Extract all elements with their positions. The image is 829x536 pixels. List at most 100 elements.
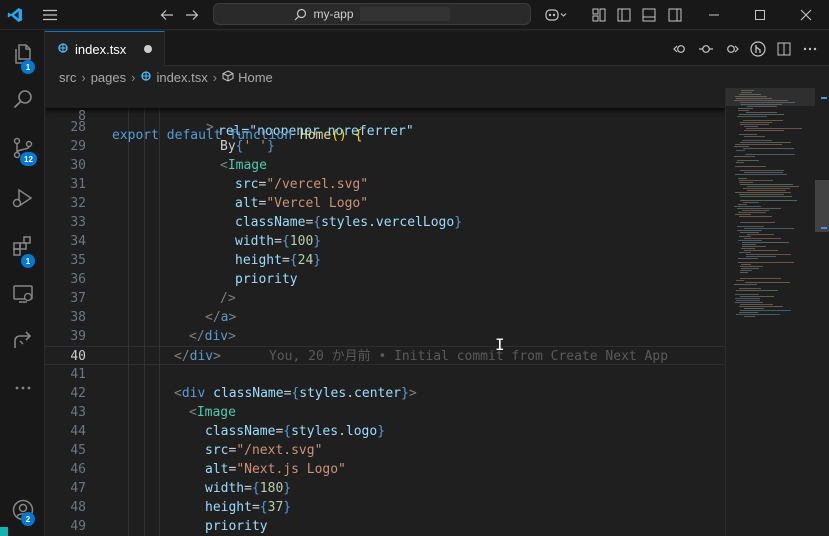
toggle-panel-icon[interactable] — [640, 0, 658, 30]
vertical-scrollbar[interactable] — [815, 88, 829, 536]
scrollbar-marker — [821, 227, 827, 229]
chevron-right-icon: › — [81, 69, 86, 85]
line-number: 31 — [70, 177, 86, 192]
close-icon[interactable] — [796, 0, 816, 30]
timeline-next-icon[interactable] — [723, 40, 741, 58]
minimap-line — [742, 242, 789, 243]
split-editor-icon[interactable] — [775, 40, 793, 58]
minimap-line — [738, 258, 758, 259]
remote-explorer-button[interactable] — [0, 274, 45, 318]
tab-index-tsx[interactable]: index.tsx — [45, 31, 165, 66]
minimap-line — [739, 252, 751, 253]
timeline-commit-icon[interactable] — [697, 40, 715, 58]
minimap-line — [743, 120, 783, 121]
text-cursor-icon: I — [495, 335, 505, 354]
line-number: 35 — [70, 253, 86, 268]
minimap-line — [734, 284, 757, 285]
menu-icon[interactable] — [40, 0, 60, 30]
minimap-line — [744, 228, 794, 229]
minimap-line — [736, 314, 780, 315]
minimize-icon[interactable] — [704, 0, 724, 30]
toggle-secondary-sidebar-icon[interactable] — [666, 0, 684, 30]
minimap-line — [740, 200, 797, 201]
code-line: 32 alt="Vercel Logo" — [45, 194, 725, 213]
minimap-line — [740, 270, 752, 271]
minimap-line — [738, 178, 747, 179]
more-button[interactable] — [0, 368, 45, 412]
minimap-line — [747, 190, 786, 191]
breadcrumb-item-file[interactable]: index.tsx — [156, 70, 207, 85]
minimap-line — [734, 146, 749, 147]
minimap-line — [739, 180, 773, 181]
minimap-line — [744, 238, 781, 239]
line-number: 36 — [70, 272, 86, 287]
editor-actions — [671, 31, 819, 66]
breadcrumb-item-symbol[interactable]: Home — [238, 70, 273, 85]
minimap-line — [738, 262, 794, 263]
minimap-line — [736, 150, 745, 151]
code-text: className={styles.vercelLogo} — [235, 215, 463, 230]
extensions-button[interactable]: 1 — [0, 226, 45, 270]
minimap-line — [735, 294, 759, 295]
minimap-line — [742, 246, 766, 247]
gitlens-icon[interactable] — [749, 40, 767, 58]
forward-arrow-icon[interactable] — [183, 0, 201, 30]
scrollbar-thumb[interactable] — [815, 180, 829, 232]
copilot-icon[interactable] — [543, 0, 569, 30]
command-center-search[interactable]: my-app — [213, 3, 531, 25]
minimap-line — [737, 160, 759, 161]
search-text: my-app — [313, 7, 354, 21]
source-control-button[interactable]: 12 — [0, 128, 45, 172]
code-text: height={37} — [205, 500, 292, 515]
symbol-function-icon — [222, 69, 234, 85]
run-debug-button[interactable] — [0, 178, 45, 222]
explorer-button[interactable]: 1 — [0, 34, 45, 78]
minimap-line — [745, 282, 790, 283]
sticky-scroll-header[interactable]: 8 export default function Home() { — [45, 88, 725, 143]
minimap-line — [744, 250, 778, 251]
breadcrumb-item-src[interactable]: src — [59, 70, 76, 85]
live-share-button[interactable] — [0, 321, 45, 365]
minimap-line — [737, 208, 781, 209]
minimap-line — [744, 136, 765, 137]
code-line: 43 <Image — [45, 403, 725, 422]
toggle-primary-sidebar-icon[interactable] — [615, 0, 633, 30]
search-button[interactable] — [0, 80, 45, 124]
minimap-line — [743, 202, 759, 203]
breadcrumb-item-pages[interactable]: pages — [91, 70, 126, 85]
minimap-line — [743, 188, 790, 189]
timeline-previous-icon[interactable] — [671, 40, 689, 58]
sticky-line: 8 export default function Home() { — [45, 88, 725, 143]
status-corner-indicator — [0, 527, 8, 536]
code-line: 49 priority — [45, 517, 725, 536]
line-number: 46 — [70, 462, 86, 477]
more-icon — [11, 376, 35, 404]
unsaved-dot-icon[interactable] — [144, 45, 152, 53]
minimap-line — [736, 290, 778, 291]
minimap-line — [735, 192, 791, 193]
minimap-line — [742, 244, 756, 245]
minimap-line — [740, 272, 748, 273]
line-number: 44 — [70, 424, 86, 439]
code-text: src="/next.svg" — [205, 443, 323, 458]
line-number: 34 — [70, 234, 86, 249]
minimap-line — [747, 234, 774, 235]
line-number: 43 — [70, 405, 86, 420]
code-line: 40 </div> You, 20 か月前 • Initial commit fro… — [45, 346, 725, 365]
minimap-line — [739, 134, 757, 135]
back-arrow-icon[interactable] — [158, 0, 176, 30]
scrollbar-marker — [821, 97, 827, 99]
code-editor[interactable]: rel="noopener noreferrer" 8 export defau… — [45, 88, 725, 536]
maximize-icon[interactable] — [750, 0, 770, 30]
layout-customize-icon[interactable] — [590, 0, 608, 30]
minimap-line — [735, 144, 782, 145]
more-actions-icon[interactable] — [801, 40, 819, 58]
code-text: <div className={styles.center}> — [174, 386, 417, 401]
accounts-badge: 2 — [21, 512, 35, 526]
minimap-line — [744, 130, 784, 131]
code-line: 42 <div className={styles.center}> — [45, 384, 725, 403]
code-line: 46 alt="Next.js Logo" — [45, 460, 725, 479]
line-number: 45 — [70, 443, 86, 458]
minimap[interactable] — [725, 88, 815, 536]
code-line: 33 className={styles.vercelLogo} — [45, 213, 725, 232]
